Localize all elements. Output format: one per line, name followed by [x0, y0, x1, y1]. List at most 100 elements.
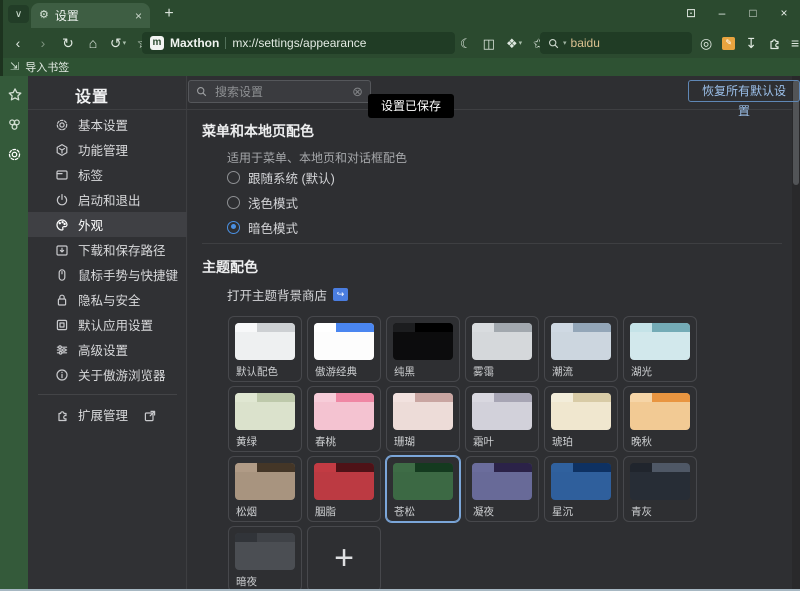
reading-mode-icon[interactable]: ◫: [483, 37, 495, 50]
theme-card[interactable]: 暗夜: [228, 526, 302, 591]
sidebar-item-tab[interactable]: 标签: [28, 162, 187, 187]
theme-card[interactable]: 凝夜: [465, 456, 539, 522]
sidebar-item-sliders[interactable]: 高级设置: [28, 337, 187, 362]
theme-card[interactable]: 湖光: [623, 316, 697, 382]
passkeeper-icon[interactable]: [7, 117, 22, 132]
home-icon[interactable]: ⌂: [85, 36, 101, 50]
settings-icon[interactable]: [7, 147, 22, 162]
sidebar-item-extensions[interactable]: 扩展管理: [28, 402, 187, 427]
new-tab-button[interactable]: +: [158, 3, 180, 25]
theme-name: 苍松: [394, 504, 415, 519]
theme-store-link[interactable]: 打开主题背景商店 ↪: [227, 285, 348, 304]
theme-card[interactable]: 黄绿: [228, 386, 302, 452]
theme-swatch: [314, 463, 374, 500]
theme-card[interactable]: 珊瑚: [386, 386, 460, 452]
theme-name: 松烟: [236, 504, 257, 519]
favorites-icon[interactable]: [7, 87, 22, 102]
chevron-down-icon: ▾: [123, 40, 127, 47]
sidebar-item-info[interactable]: 关于傲游浏览器: [28, 362, 187, 387]
extensions-icon[interactable]: [767, 36, 781, 50]
theme-name: 傲游经典: [315, 364, 357, 379]
search-bar[interactable]: ▾ baidu: [540, 32, 692, 54]
theme-card[interactable]: 默认配色: [228, 316, 302, 382]
clear-search-icon[interactable]: ⊗: [352, 85, 363, 98]
maximize-icon[interactable]: □: [745, 7, 761, 19]
workspace-icon[interactable]: ⊡: [683, 7, 699, 19]
radio-button[interactable]: [227, 221, 240, 234]
theme-card[interactable]: 晚秋: [623, 386, 697, 452]
refresh-icon[interactable]: ↻: [60, 36, 76, 50]
theme-name: 湖光: [631, 364, 652, 379]
tab-close-icon[interactable]: ×: [135, 10, 142, 22]
sidebar-item-apps[interactable]: 默认应用设置: [28, 312, 187, 337]
radio-option[interactable]: 浅色模式: [227, 194, 298, 210]
menu-icon[interactable]: ≡: [791, 36, 799, 50]
window-edge: [0, 0, 3, 76]
sidebar-item-power[interactable]: 启动和退出: [28, 187, 187, 212]
notes-icon[interactable]: ✎: [722, 37, 735, 50]
swatch-tab: [472, 393, 494, 402]
theme-card[interactable]: 春桃: [307, 386, 381, 452]
theme-card[interactable]: 松烟: [228, 456, 302, 522]
side-rail: [0, 76, 28, 591]
swatch-bar: [257, 393, 295, 402]
forward-icon[interactable]: ›: [35, 36, 51, 50]
screenshot-icon[interactable]: ◎: [700, 36, 712, 50]
settings-search-input[interactable]: [213, 84, 346, 100]
swatch-bar: [336, 323, 374, 332]
theme-swatch: [235, 323, 295, 360]
radio-option[interactable]: 暗色模式: [227, 219, 298, 235]
address-bar[interactable]: m Maxthon mx://settings/appearance: [142, 32, 455, 54]
sidebar-item-mouse[interactable]: 鼠标手势与快捷键: [28, 262, 187, 287]
import-bookmarks-button[interactable]: 导入书签: [25, 59, 69, 75]
theme-card[interactable]: 霜叶: [465, 386, 539, 452]
address-separator: [225, 37, 226, 49]
minimize-icon[interactable]: –: [714, 7, 730, 19]
quick-tools-icon[interactable]: ❖▾: [506, 37, 522, 50]
downloads-icon[interactable]: ↧: [745, 36, 757, 50]
close-icon[interactable]: ×: [776, 7, 792, 19]
theme-name: 星沉: [552, 504, 573, 519]
tab-list-button[interactable]: ∨: [8, 5, 29, 23]
sidebar-item-label: 关于傲游浏览器: [78, 365, 166, 384]
theme-card[interactable]: 胭脂: [307, 456, 381, 522]
sidebar-item-palette[interactable]: 外观: [28, 212, 187, 237]
swatch-tab: [235, 393, 257, 402]
radio-button[interactable]: [227, 171, 240, 184]
theme-swatch: [393, 463, 453, 500]
add-theme-button[interactable]: +: [307, 526, 381, 591]
undo-icon[interactable]: ↺▾: [110, 36, 126, 50]
sidebar-item-lock[interactable]: 隐私与安全: [28, 287, 187, 312]
back-icon[interactable]: ‹: [10, 36, 26, 50]
restore-defaults-button[interactable]: 恢复所有默认设置: [688, 80, 800, 102]
tab-settings[interactable]: ⚙ 设置 ×: [31, 3, 150, 28]
swatch-tab: [393, 393, 415, 402]
settings-search-box[interactable]: ⊗: [188, 80, 371, 103]
palette-icon: [55, 218, 69, 232]
theme-card[interactable]: 潮流: [544, 316, 618, 382]
theme-card[interactable]: 纯黑: [386, 316, 460, 382]
swatch-tab: [630, 393, 652, 402]
sidebar-item-gear[interactable]: 基本设置: [28, 112, 187, 137]
radio-option[interactable]: 跟随系统 (默认): [227, 169, 335, 185]
theme-card[interactable]: 星沉: [544, 456, 618, 522]
swatch-tab: [235, 323, 257, 332]
theme-swatch: [551, 463, 611, 500]
radio-button[interactable]: [227, 196, 240, 209]
night-mode-icon[interactable]: ☾: [460, 37, 472, 50]
theme-card[interactable]: 青灰: [623, 456, 697, 522]
swatch-tab: [314, 393, 336, 402]
theme-card[interactable]: 雾霭: [465, 316, 539, 382]
sidebar-item-label: 扩展管理: [78, 405, 128, 424]
theme-card[interactable]: 苍松: [386, 456, 460, 522]
theme-name: 潮流: [552, 364, 573, 379]
maxthon-logo: m: [150, 36, 164, 50]
theme-card[interactable]: 傲游经典: [307, 316, 381, 382]
swatch-tab: [551, 323, 573, 332]
sidebar-item-hexagon[interactable]: 功能管理: [28, 137, 187, 162]
sidebar-item-folder-download[interactable]: 下载和保存路径: [28, 237, 187, 262]
chevron-down-icon: ∨: [15, 9, 22, 20]
scrollbar[interactable]: [792, 76, 800, 591]
theme-card[interactable]: 琥珀: [544, 386, 618, 452]
search-icon: [196, 86, 207, 97]
